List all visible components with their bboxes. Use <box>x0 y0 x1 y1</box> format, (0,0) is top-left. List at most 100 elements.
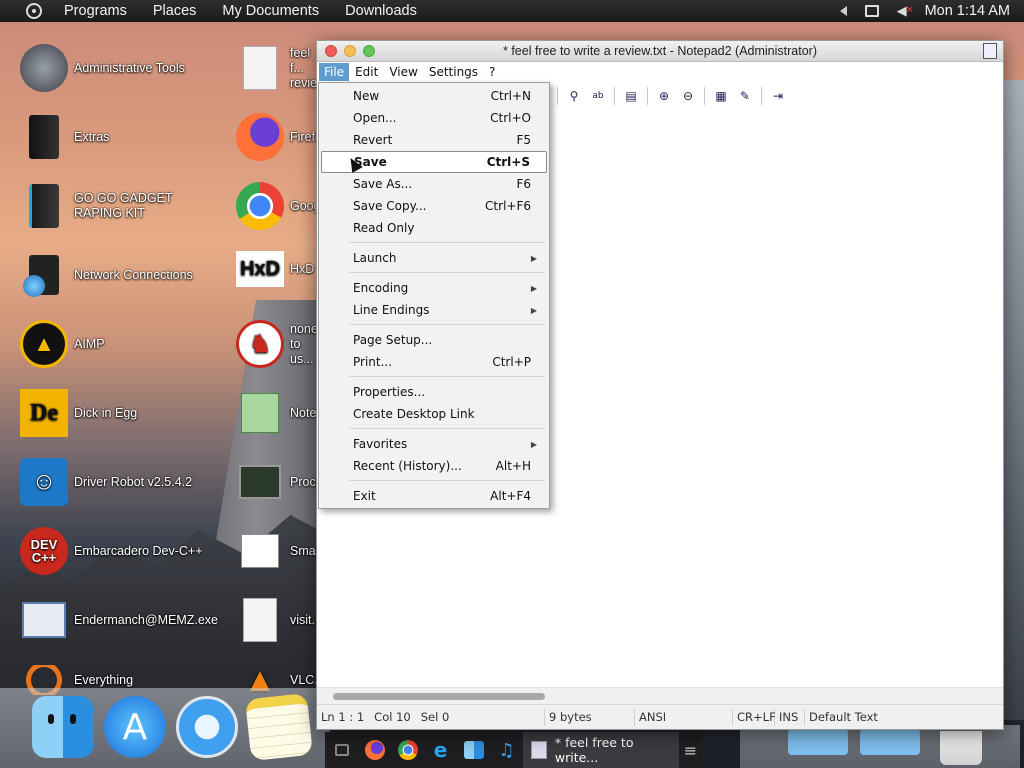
app-store-icon[interactable]: A <box>104 696 166 758</box>
menu-help[interactable]: ? <box>484 63 500 81</box>
close-button[interactable] <box>325 45 337 57</box>
app-icon[interactable] <box>983 43 997 59</box>
menu-item-favorites[interactable]: Favorites ▶ <box>321 433 547 455</box>
menu-item-properties[interactable]: Properties... <box>321 381 547 403</box>
explorer-icon[interactable] <box>457 732 490 768</box>
status-sel: Sel 0 <box>420 710 450 724</box>
desktop-icon-visit-txt[interactable]: visit... <box>236 596 322 644</box>
desktop-icon-admin-tools[interactable]: Administrative Tools <box>20 44 185 92</box>
desktop-icon-aimp[interactable]: ▲ AIMP <box>20 320 105 368</box>
submenu-arrow-icon: ▶ <box>530 439 537 449</box>
menu-item-revert[interactable]: Revert F5 <box>321 129 547 151</box>
itunes-icon[interactable]: ♫ <box>490 732 523 768</box>
menu-view[interactable]: View <box>384 63 422 81</box>
smart-icon <box>236 527 284 575</box>
menu-programs[interactable]: Programs <box>64 3 127 19</box>
menu-separator <box>349 480 545 481</box>
menu-edit[interactable]: Edit <box>350 63 383 81</box>
window-titlebar[interactable]: * feel free to write a review.txt - Note… <box>317 41 1003 62</box>
desktop-icon-notepad[interactable]: Note... <box>236 389 327 437</box>
text-file-icon <box>236 596 284 644</box>
menu-settings[interactable]: Settings <box>424 63 483 81</box>
status-mode[interactable]: INS <box>775 708 805 726</box>
show-desktop-icon[interactable] <box>325 732 358 768</box>
desktop-icon-driver-robot[interactable]: ☺ Driver Robot v2.5.4.2 <box>20 458 192 506</box>
firefox-icon <box>236 113 284 161</box>
folder-icon[interactable] <box>788 729 848 755</box>
menu-my-documents[interactable]: My Documents <box>222 3 319 19</box>
taskbar-notepad2[interactable]: * feel free to write... <box>523 732 679 768</box>
window-title: * feel free to write a review.txt - Note… <box>502 44 817 58</box>
ie-icon[interactable]: e <box>424 732 457 768</box>
desktop-icon-extras[interactable]: Extras <box>20 113 109 161</box>
hxd-icon: HxD <box>236 251 284 287</box>
exe-icon <box>20 596 68 644</box>
menu-separator <box>349 272 545 273</box>
submenu-arrow-icon: ▶ <box>530 253 537 263</box>
scrollbar-thumb[interactable] <box>333 693 545 700</box>
dino-icon: ♞ <box>236 320 284 368</box>
menu-downloads[interactable]: Downloads <box>345 3 417 19</box>
menu-item-recent[interactable]: Recent (History)... Alt+H <box>321 455 547 477</box>
top-panel: Programs Places My Documents Downloads ◀… <box>0 0 1024 22</box>
minimize-button[interactable] <box>344 45 356 57</box>
menu-item-page-setup[interactable]: Page Setup... <box>321 329 547 351</box>
menu-item-line-endings[interactable]: Line Endings ▶ <box>321 299 547 321</box>
safari-icon[interactable] <box>176 696 238 758</box>
desktop-icon-memz[interactable]: Endermanch@MEMZ.exe <box>20 596 218 644</box>
menu-item-new[interactable]: New Ctrl+N <box>321 85 547 107</box>
desktop-icon-devcpp[interactable]: DEV C++ Embarcadero Dev-C++ <box>20 527 203 575</box>
trash-icon[interactable] <box>940 731 982 765</box>
menu-separator <box>349 242 545 243</box>
status-encoding[interactable]: ANSI <box>635 708 733 726</box>
notepad-icon <box>531 741 547 759</box>
chrome-icon[interactable] <box>391 732 424 768</box>
desktop-icon-gadget-kit[interactable]: GO GO GADGET RAPING KIT <box>20 182 174 230</box>
menu-item-print[interactable]: Print... Ctrl+P <box>321 351 547 373</box>
notes-icon[interactable] <box>244 692 314 762</box>
system-menu-icon[interactable] <box>26 3 42 19</box>
status-line-endings[interactable]: CR+LF <box>733 708 776 726</box>
desktop-icon-dick-in-egg[interactable]: De Dick in Egg <box>20 389 137 437</box>
extras-icon <box>20 113 68 161</box>
zoom-out-icon[interactable]: ⊖ <box>678 87 698 105</box>
finder-icon[interactable] <box>32 696 94 758</box>
menu-file[interactable]: File <box>319 63 350 81</box>
taskbar: e ♫ * feel free to write... ≡ <box>325 732 702 768</box>
menu-item-save-as[interactable]: Save As... F6 <box>321 173 547 195</box>
menu-item-exit[interactable]: Exit Alt+F4 <box>321 485 547 507</box>
menu-item-save-copy[interactable]: Save Copy... Ctrl+F6 <box>321 195 547 217</box>
desktop-icon-review-txt[interactable]: feel f... revie... <box>236 44 328 92</box>
desktop-icon-firefox[interactable]: Firef... <box>236 113 325 161</box>
exit-icon[interactable]: ⇥ <box>768 87 788 105</box>
status-scheme[interactable]: Default Text <box>805 709 882 726</box>
display-icon[interactable] <box>864 5 879 17</box>
clock[interactable]: Mon 1:14 AM <box>925 3 1010 19</box>
scheme-icon[interactable]: ▦ <box>711 87 731 105</box>
firefox-icon[interactable] <box>358 732 391 768</box>
de-icon: De <box>20 389 68 437</box>
menu-item-launch[interactable]: Launch ▶ <box>321 247 547 269</box>
maximize-button[interactable] <box>363 45 375 57</box>
find-icon[interactable]: ⚲ <box>564 87 584 105</box>
desktop-icon-hxd[interactable]: HxD HxD <box>236 251 314 287</box>
menu-item-encoding[interactable]: Encoding ▶ <box>321 277 547 299</box>
horizontal-scrollbar[interactable] <box>317 687 1003 704</box>
word-wrap-icon[interactable]: ▤ <box>621 87 641 105</box>
desktop-icon-network[interactable]: Network Connections <box>20 251 193 299</box>
menu-item-open[interactable]: Open... Ctrl+O <box>321 107 547 129</box>
folder-icon[interactable] <box>860 729 920 755</box>
tray-expand-icon[interactable] <box>839 6 847 16</box>
customize-icon[interactable]: ✎ <box>735 87 755 105</box>
menu-places[interactable]: Places <box>153 3 197 19</box>
volume-muted-icon[interactable]: ◀ ✕ <box>897 3 914 19</box>
desktop-icon-dino[interactable]: ♞ none to us... <box>236 320 320 368</box>
zoom-in-icon[interactable]: ⊕ <box>654 87 674 105</box>
menu-item-read-only[interactable]: Read Only <box>321 217 547 239</box>
taskbar-menu-icon[interactable]: ≡ <box>679 732 702 768</box>
replace-icon[interactable]: ab <box>588 87 608 105</box>
menubar: File Edit View Settings ? <box>317 62 1003 82</box>
file-menu: New Ctrl+N Open... Ctrl+O Revert F5 Save Ctr… <box>318 82 550 509</box>
menu-item-create-desktop-link[interactable]: Create Desktop Link <box>321 403 547 425</box>
status-col: Col 10 <box>374 710 411 724</box>
